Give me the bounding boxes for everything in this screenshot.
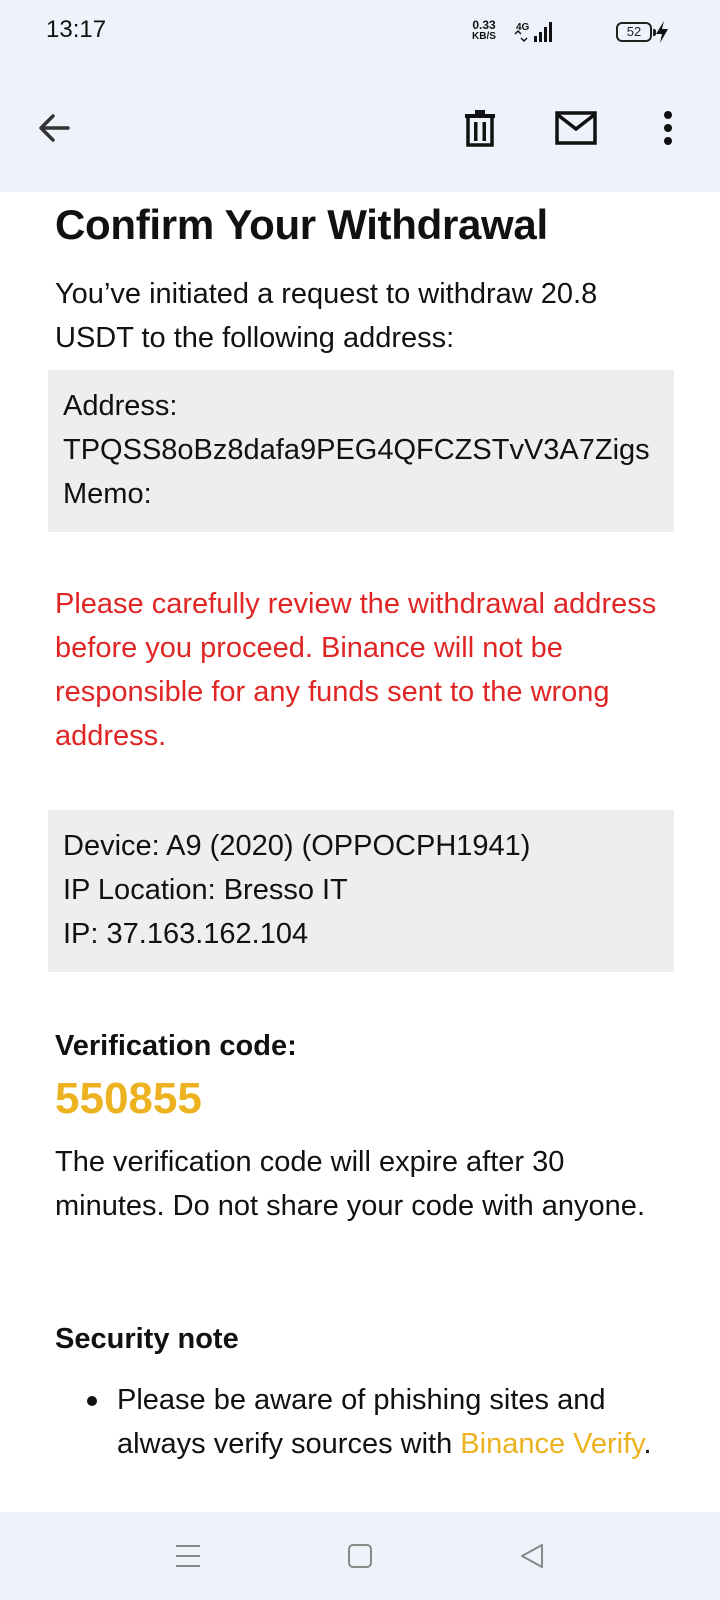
back-arrow-icon [39, 114, 70, 142]
system-back-button[interactable] [510, 1534, 554, 1578]
email-title: Confirm Your Withdrawal [55, 201, 548, 248]
warning-text: Please carefully review the withdrawal a… [55, 588, 657, 752]
ip-text: IP: 37.163.162.104 [63, 918, 309, 950]
email-body[interactable]: Confirm Your Withdrawal You’ve initiated… [0, 192, 720, 1512]
status-bar: 13:17 0.33 KB/S 4G 52 [0, 0, 720, 64]
trash-icon [465, 110, 495, 147]
signal-icon: 4G [514, 22, 552, 43]
mark-unread-button[interactable] [548, 100, 604, 156]
recent-apps-button[interactable] [166, 1534, 210, 1578]
system-nav-bar [0, 1512, 720, 1600]
more-options-button[interactable] [640, 100, 696, 156]
bullet-end: . [643, 1428, 652, 1460]
menu-icon [176, 1545, 200, 1567]
network-speed: 0.33 KB/S [464, 18, 504, 42]
address-box: Address: TPQSS8oBz8dafa9PEG4QFCZSTvV3A7Z… [48, 370, 674, 532]
back-triangle-icon [521, 1544, 543, 1568]
battery-level: 52 [626, 24, 642, 39]
back-button[interactable] [26, 100, 82, 156]
email-toolbar [0, 64, 720, 192]
security-note-list: Please be aware of phishing sites and al… [87, 1378, 668, 1466]
home-square-icon [348, 1544, 372, 1568]
list-item: Please be aware of phishing sites and al… [88, 1378, 668, 1466]
network-speed-value: 0.33 [472, 18, 496, 32]
verification-code: 550855 [55, 1074, 202, 1123]
charging-icon [656, 21, 668, 43]
more-vert-icon [664, 111, 672, 145]
status-time: 13:17 [46, 16, 107, 43]
battery-icon: 52 [616, 22, 656, 42]
memo-label: Memo: [63, 478, 152, 510]
device-text: Device: A9 (2020) (OPPOCPH1941) [63, 830, 531, 862]
binance-verify-link[interactable]: Binance Verify [460, 1428, 643, 1460]
expire-note: The verification code will expire after … [55, 1146, 645, 1222]
address-value: TPQSS8oBz8dafa9PEG4QFCZSTvV3A7Zigs [63, 434, 650, 466]
verification-label: Verification code: [55, 1030, 297, 1062]
address-label: Address: [63, 390, 178, 422]
device-info-box: Device: A9 (2020) (OPPOCPH1941) IP Locat… [48, 810, 674, 972]
home-button[interactable] [338, 1534, 382, 1578]
ip-location-text: IP Location: Bresso IT [63, 874, 348, 906]
status-icons: 0.33 KB/S 4G 52 [470, 16, 670, 48]
delete-button[interactable] [452, 100, 508, 156]
intro-text: You’ve initiated a request to withdraw 2… [55, 278, 598, 354]
security-note-title: Security note [55, 1323, 239, 1355]
network-speed-unit: KB/S [472, 31, 496, 42]
bullet-dot [87, 1396, 97, 1406]
mail-icon [555, 111, 597, 145]
